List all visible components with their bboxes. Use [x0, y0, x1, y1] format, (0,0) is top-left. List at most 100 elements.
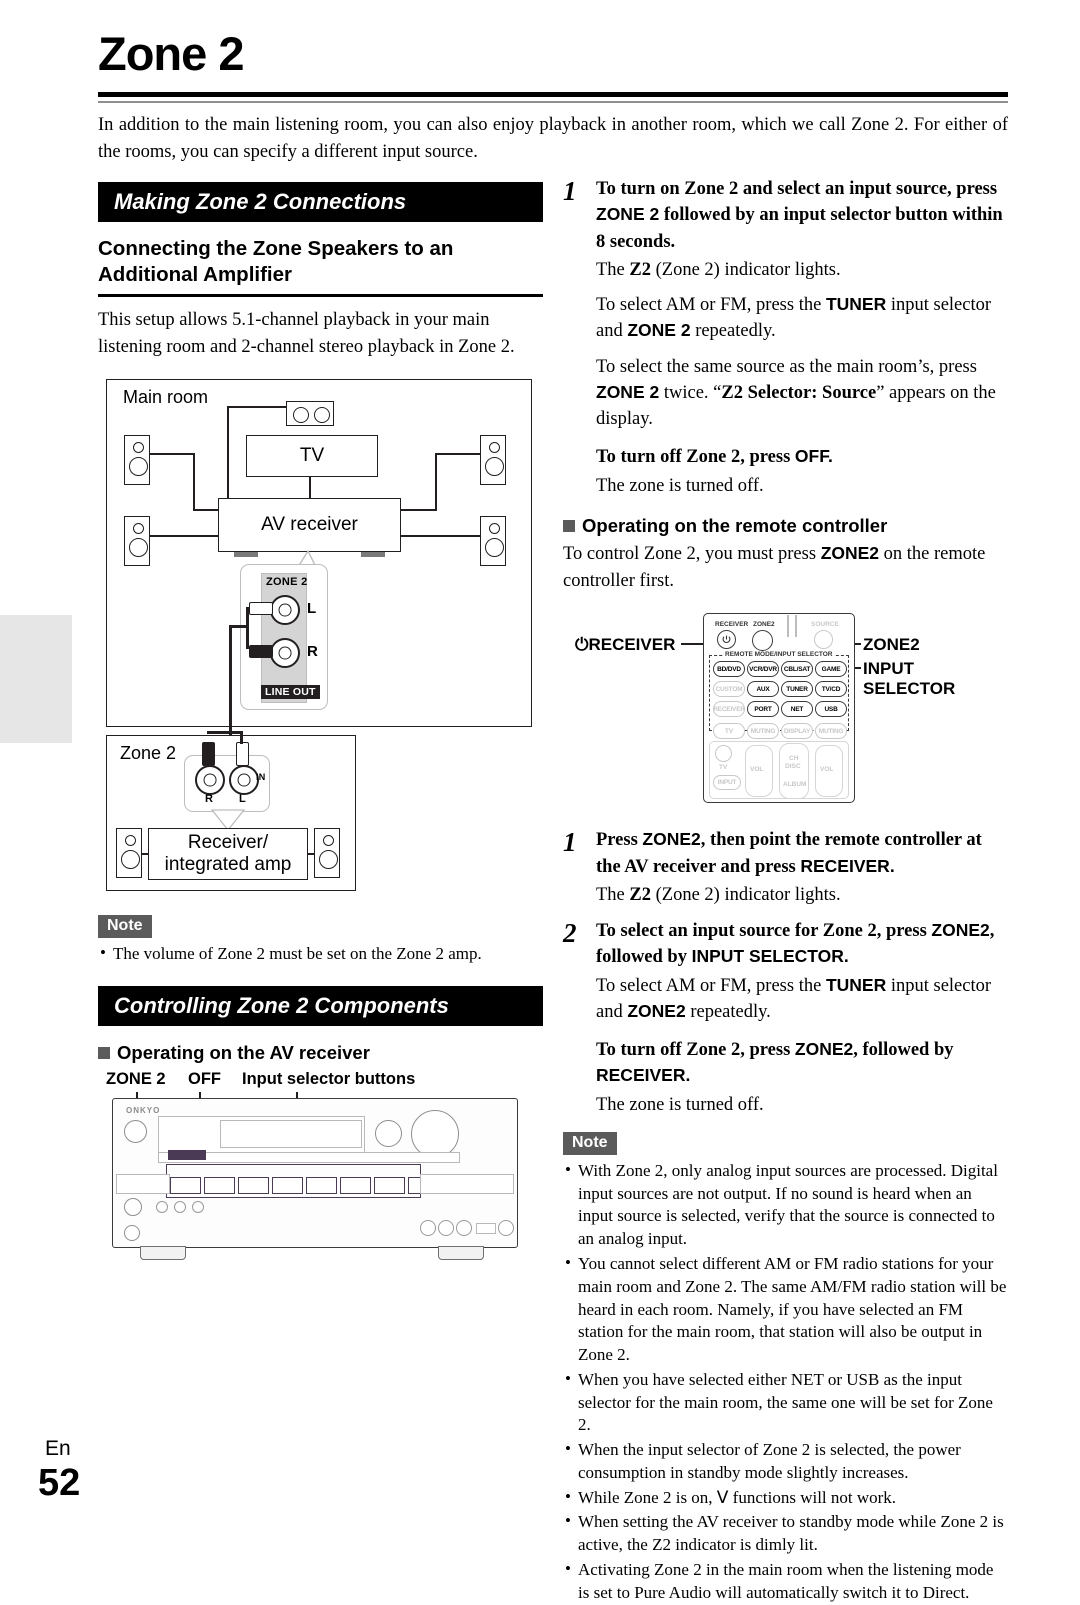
- note-badge-left: Note: [98, 915, 152, 939]
- small-button[interactable]: [156, 1200, 168, 1213]
- remote-button-cbl-sat[interactable]: CBL/SAT: [781, 661, 813, 678]
- zone2-jack-label-r: R: [307, 643, 319, 661]
- header-rule-thin: [98, 101, 1008, 103]
- av-receiver-foot-right: [361, 552, 385, 558]
- cable-zone2-v: [240, 731, 243, 745]
- step1-display-text: Z2 Selector: Source: [721, 382, 877, 403]
- step2-indicator-note: The Z2 (Zone 2) indicator lights.: [596, 882, 1008, 908]
- wire-fr-a: [435, 453, 480, 456]
- main-room-label: Main room: [123, 387, 209, 408]
- cable-l-run: [246, 607, 249, 650]
- remote-button-aux[interactable]: AUX: [747, 681, 779, 698]
- step1-p3-b: twice. “: [659, 382, 722, 403]
- remote-button-net[interactable]: NET: [781, 701, 813, 718]
- speaker-surround-right: [480, 516, 506, 567]
- step1-p1-b: (Zone 2) indicator lights.: [650, 259, 841, 280]
- remote-top-receiver-label: RECEIVER: [715, 621, 749, 629]
- input-selector-button[interactable]: [170, 1176, 201, 1194]
- right-column: 1 To turn on Zone 2 and select an input …: [563, 176, 1008, 1605]
- av-receiver-foot-left: [234, 552, 258, 558]
- small-button[interactable]: [192, 1200, 204, 1213]
- callout-input-selector-label: Input selector buttons: [242, 1069, 416, 1088]
- step2-p1-b: (Zone 2) indicator lights.: [650, 884, 841, 905]
- chassis-foot-right: [438, 1245, 484, 1260]
- step2-p1-a: The: [596, 884, 630, 905]
- zone2-amp-label-r: R: [205, 793, 214, 806]
- onkyo-logo: ONKYO: [126, 1105, 161, 1115]
- remote-ch-disc-pad: [779, 743, 809, 800]
- wire-tv: [309, 477, 311, 500]
- step3-tuner-key: TUNER: [825, 974, 887, 995]
- remote-button-muting-right[interactable]: MUTING: [815, 723, 847, 740]
- step1-p2-c: repeatedly.: [690, 321, 776, 342]
- step1-zone2-key: ZONE 2: [596, 204, 660, 225]
- step1-turn-off-head: To turn off Zone 2, press OFF.: [596, 444, 1008, 470]
- step-turn-on-zone2: 1 To turn on Zone 2 and select an input …: [563, 176, 1008, 499]
- step3-off-b: , followed by: [853, 1040, 954, 1061]
- step3-p1-a: To select AM or FM, press the: [596, 975, 826, 996]
- input-selector-button[interactable]: [238, 1176, 269, 1194]
- step1-off-result: The zone is turned off.: [596, 475, 764, 496]
- step3-off-result: The zone is turned off.: [596, 1094, 764, 1115]
- av-receiver-front-panel-figure: ZONE 2 OFF Input selector buttons ONKYO: [98, 1070, 543, 1270]
- remote-button-game[interactable]: GAME: [815, 661, 847, 678]
- callout-selector-label: SELECTOR: [863, 679, 956, 699]
- step3-turn-off-head: To turn off Zone 2, press ZONE2, followe…: [596, 1037, 1008, 1090]
- remote-button-tuner[interactable]: TUNER: [781, 681, 813, 698]
- input-selector-button[interactable]: [306, 1176, 337, 1194]
- input-selector-button[interactable]: [272, 1176, 303, 1194]
- list-item: When setting the AV receiver to standby …: [563, 1510, 1008, 1557]
- callout-zone2-label: ZONE2: [863, 635, 920, 655]
- power-icon: ⏻: [575, 635, 589, 655]
- remote-input-button[interactable]: INPUT: [713, 775, 741, 791]
- remote-button-display[interactable]: DISPLAY: [781, 723, 813, 740]
- wire-fr-b: [435, 453, 437, 512]
- power-knob: [124, 1119, 147, 1143]
- zone2-speaker-right: [314, 828, 340, 879]
- remote-intro-a: To control Zone 2, you must press: [563, 543, 821, 564]
- step1-p3-a: To select the same source as the main ro…: [596, 356, 977, 377]
- page-title: Zone 2: [98, 27, 244, 80]
- plug-white-l: [249, 602, 273, 616]
- square-bullet-icon: [563, 519, 575, 532]
- cable-down-h: [229, 625, 249, 629]
- list-item: While Zone 2 is on, Ⅴ functions will not…: [563, 1486, 1008, 1510]
- input-selector-button[interactable]: [340, 1176, 371, 1194]
- zone2-amp-label-line1: Receiver/: [187, 832, 269, 854]
- remote-top-zone2-label: ZONE2: [753, 621, 775, 629]
- input-selector-button[interactable]: [204, 1176, 235, 1194]
- remote-ch-label: CH: [789, 755, 799, 763]
- remote-button-custom[interactable]: CUSTOM: [713, 681, 745, 698]
- lower-panel-right: [420, 1173, 514, 1194]
- remote-intro-paragraph: To control Zone 2, you must press ZONE2 …: [563, 541, 1008, 595]
- step3-tuner-note: To select AM or FM, press the TUNER inpu…: [596, 973, 1008, 1026]
- cable-down-v: [229, 625, 232, 744]
- remote-button-tv-cd[interactable]: TV/CD: [815, 681, 847, 698]
- step3-input-selector-key: INPUT SELECTOR.: [691, 946, 849, 967]
- volume-knob: [411, 1109, 459, 1158]
- aux-input-jack: [420, 1219, 436, 1236]
- step1-p2-a: To select AM or FM, press the: [596, 295, 826, 316]
- step1-zone2-key-3: ZONE 2: [596, 381, 660, 402]
- remote-button-port[interactable]: PORT: [747, 701, 779, 718]
- small-button[interactable]: [174, 1200, 186, 1213]
- subheading-connecting-speakers: Connecting the Zone Speakers to an Addit…: [98, 237, 454, 286]
- remote-button-tv[interactable]: TV: [713, 723, 745, 740]
- subheading-rule: [98, 293, 543, 297]
- step-content: To turn on Zone 2 and select an input so…: [596, 176, 1008, 499]
- step2-head-a: Press: [596, 830, 643, 851]
- wire-center-speaker-h: [227, 406, 287, 409]
- remote-button-bd-dvd[interactable]: BD/DVD: [713, 661, 745, 678]
- input-selector-button[interactable]: [374, 1176, 405, 1194]
- chassis-foot-left: [140, 1245, 186, 1260]
- step-content: To select an input source for Zone 2, pr…: [596, 918, 1008, 1118]
- wire-fr-c: [401, 509, 437, 512]
- remote-button-receiver[interactable]: RECEIVER: [713, 701, 745, 718]
- remote-button-usb[interactable]: USB: [815, 701, 847, 718]
- step2-zone2-key: ZONE2: [642, 829, 701, 850]
- remote-button-muting-left[interactable]: MUTING: [747, 723, 779, 740]
- step1-p1-a: The: [596, 259, 630, 280]
- remote-button-vcr-dvr[interactable]: VCR/DVR: [747, 661, 779, 678]
- zone2-room-label: Zone 2: [120, 743, 177, 764]
- footer-language: En: [45, 1437, 71, 1460]
